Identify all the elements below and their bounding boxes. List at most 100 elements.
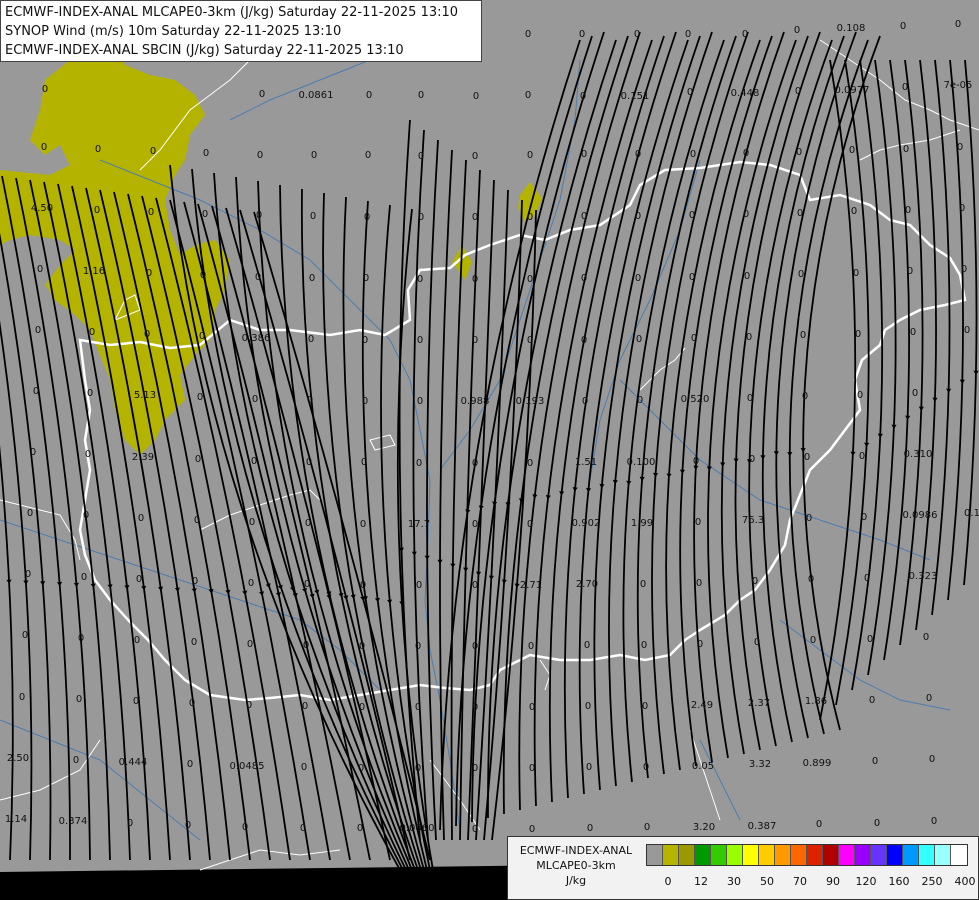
- value-label: 5.13: [134, 390, 156, 401]
- value-label: 0: [746, 332, 752, 343]
- legend-title-line1: ECMWF-INDEX-ANAL: [519, 844, 633, 857]
- value-label: 0.108: [837, 23, 866, 34]
- value-label: 0: [903, 144, 909, 155]
- value-label: 0: [912, 388, 918, 399]
- value-label: 0: [584, 640, 590, 651]
- value-label: 0: [307, 395, 313, 406]
- value-label: 0: [136, 574, 142, 585]
- value-label: 0: [525, 90, 531, 101]
- value-label: 0: [959, 203, 965, 214]
- value-label: 1.14: [5, 814, 27, 825]
- legend-tick: 250: [921, 875, 943, 888]
- value-label: 0: [636, 334, 642, 345]
- value-label: 0: [251, 456, 257, 467]
- value-label: 0: [249, 517, 255, 528]
- legend-tick: 30: [727, 875, 741, 888]
- value-label: 0: [691, 333, 697, 344]
- value-label: 0: [690, 149, 696, 160]
- value-label: 0: [644, 822, 650, 833]
- value-label: 0: [308, 334, 314, 345]
- value-label: 0: [581, 273, 587, 284]
- value-label: 0: [747, 393, 753, 404]
- value-label: 0: [902, 82, 908, 93]
- value-label: 0: [202, 209, 208, 220]
- value-label: 0: [529, 702, 535, 713]
- value-label: 0.386: [242, 333, 271, 344]
- value-label: 0: [364, 212, 370, 223]
- color-legend: ECMWF-INDEX-ANAL MLCAPE0-3km J/kg 0 12 30 5…: [507, 836, 979, 900]
- legend-swatch: [903, 845, 919, 865]
- value-label: 0: [415, 763, 421, 774]
- value-label: 2.37: [748, 698, 770, 709]
- value-label: 0: [259, 89, 265, 100]
- value-label: 0.899: [803, 758, 832, 769]
- value-label: 0: [472, 824, 478, 835]
- value-label: 0: [255, 272, 261, 283]
- value-label: 0: [78, 633, 84, 644]
- value-label: 0: [138, 513, 144, 524]
- legend-swatch: [951, 845, 967, 865]
- legend-swatch: [711, 845, 727, 865]
- value-label: 0: [798, 269, 804, 280]
- value-label: 0: [695, 517, 701, 528]
- value-label: 0: [581, 149, 587, 160]
- value-label: 0: [802, 391, 808, 402]
- value-label: 0: [417, 335, 423, 346]
- legend-tick: 120: [855, 875, 877, 888]
- value-label: 0: [641, 640, 647, 651]
- value-label: 0: [635, 149, 641, 160]
- value-label: 0: [187, 759, 193, 770]
- value-label: 0.310: [904, 449, 933, 460]
- value-label: 0: [804, 452, 810, 463]
- value-label: 0.0861: [299, 90, 334, 101]
- value-label: 2.39: [132, 452, 154, 463]
- header-line-cape: ECMWF-INDEX-ANAL MLCAPE0-3km (J/kg) Satu…: [5, 5, 459, 20]
- value-label: 0.902: [572, 518, 601, 529]
- value-label: 2.49: [691, 700, 713, 711]
- value-label: 0: [744, 271, 750, 282]
- value-label: 0: [810, 635, 816, 646]
- value-label: 0: [685, 29, 691, 40]
- legend-unit: J/kg: [565, 874, 587, 887]
- legend-tick: 90: [826, 875, 840, 888]
- value-label: 0: [418, 90, 424, 101]
- value-label: 0: [200, 270, 206, 281]
- value-label: 0: [417, 274, 423, 285]
- value-label: 17.7: [408, 519, 430, 530]
- value-label: 0: [194, 515, 200, 526]
- value-label: 0: [874, 818, 880, 829]
- value-label: 0: [195, 454, 201, 465]
- value-label: 0: [859, 451, 865, 462]
- value-label: 0: [301, 762, 307, 773]
- value-label: 0: [926, 693, 932, 704]
- value-label: 0.0860: [400, 823, 435, 834]
- map-header: ECMWF-INDEX-ANAL MLCAPE0-3km (J/kg) Satu…: [0, 0, 482, 62]
- value-label: 0: [867, 634, 873, 645]
- value-label: 0: [418, 151, 424, 162]
- value-label: 0: [19, 692, 25, 703]
- legend-swatch: [679, 845, 695, 865]
- value-label: 0: [643, 762, 649, 773]
- value-label: 0: [95, 144, 101, 155]
- value-label: 0: [73, 755, 79, 766]
- header-line-wind: SYNOP Wind (m/s) 10m Saturday 22-11-2025…: [5, 24, 342, 39]
- value-label: 0: [472, 702, 478, 713]
- value-label: 0: [964, 325, 970, 336]
- value-label: 0: [185, 820, 191, 831]
- value-label: 0: [197, 392, 203, 403]
- legend-swatch: [887, 845, 903, 865]
- value-label: 0: [94, 205, 100, 216]
- value-label: 0: [363, 273, 369, 284]
- value-label: 0: [472, 458, 478, 469]
- value-label: 0: [527, 335, 533, 346]
- legend-swatch: [759, 845, 775, 865]
- value-label: 0: [311, 150, 317, 161]
- value-label: 0: [127, 818, 133, 829]
- value-label: 0: [857, 390, 863, 401]
- value-label: 0: [310, 211, 316, 222]
- value-label: 0: [248, 578, 254, 589]
- value-label: 1.86: [805, 696, 827, 707]
- value-label: 0.05: [692, 761, 714, 772]
- legend-tick: 50: [760, 875, 774, 888]
- value-label: 0: [191, 637, 197, 648]
